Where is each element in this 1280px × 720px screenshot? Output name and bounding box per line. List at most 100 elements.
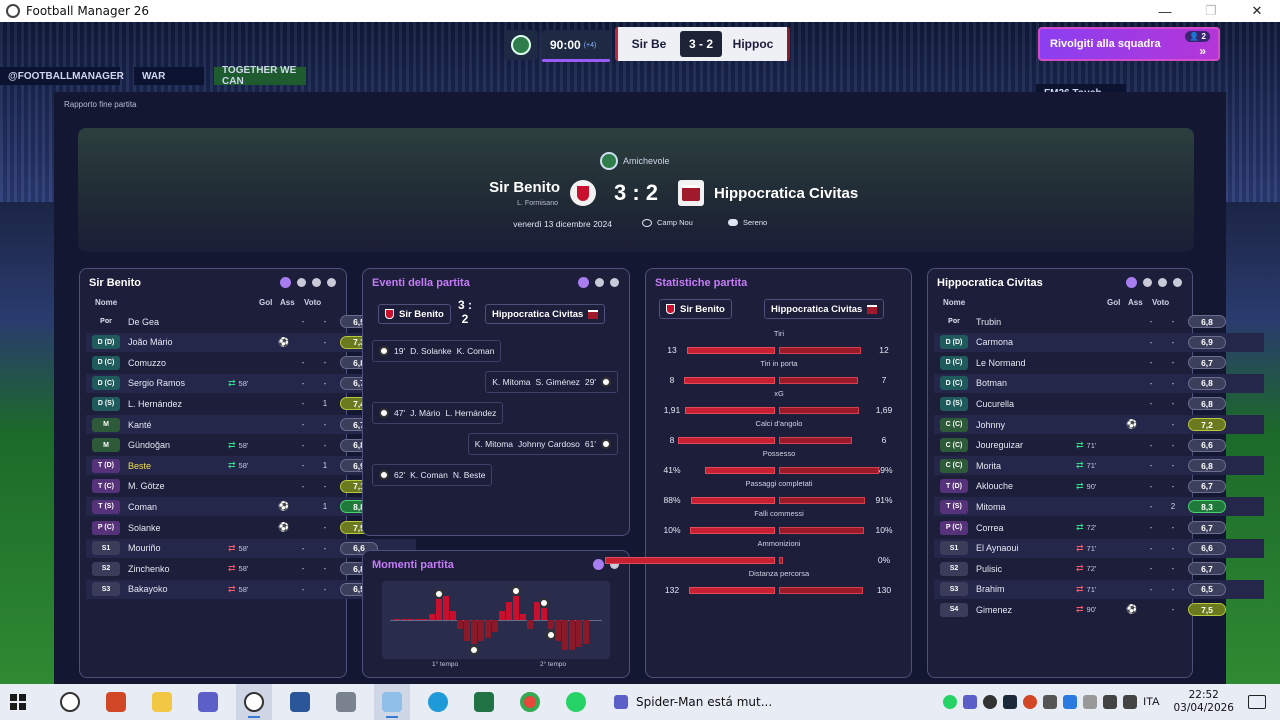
chrome-icon[interactable] [512, 684, 548, 720]
goal-event[interactable]: 62' K. Coman N. Beste [372, 464, 493, 486]
player-name[interactable]: Le Normand [976, 358, 1076, 368]
whatsapp-tray-icon[interactable] [943, 695, 958, 709]
momentum-bar [576, 620, 582, 647]
substitution-info: ⇄ 58' [228, 440, 276, 451]
player-name[interactable]: Solanke [128, 523, 228, 533]
stat-away-value: 130 [876, 585, 892, 595]
stat-label: Calci d'angolo [755, 419, 803, 428]
player-goals: - [1149, 337, 1153, 347]
office-tray-icon[interactable] [1023, 695, 1038, 709]
player-name[interactable]: Comuzzo [128, 358, 228, 368]
player-row[interactable]: C (C) Morita ⇄ 71' - - 6,8 [934, 456, 1264, 476]
steam-icon[interactable] [1003, 695, 1018, 709]
volume-icon[interactable] [1123, 695, 1138, 709]
goal-event[interactable]: K. Mitoma Johnny Cardoso 61' [467, 433, 618, 455]
paint-icon[interactable] [374, 684, 410, 720]
player-row[interactable]: C (C) Johnny ⚽ - 7,2 [934, 415, 1264, 434]
goal-event[interactable]: K. Mitoma S. Giménez 29' [485, 371, 618, 393]
player-name[interactable]: Joureguizar [976, 440, 1076, 450]
media-widget[interactable]: Spider-Man está mut... [614, 695, 772, 709]
player-name[interactable]: Morita [976, 461, 1076, 471]
teams-tray-icon[interactable] [963, 695, 978, 709]
player-name[interactable]: Aklouche [976, 481, 1076, 491]
player-name[interactable]: Correa [976, 523, 1076, 533]
panel-pager[interactable] [1126, 277, 1182, 288]
onedrive-icon[interactable] [1083, 695, 1098, 709]
player-name[interactable]: Mouriño [128, 543, 228, 553]
player-name[interactable]: Coman [128, 502, 228, 512]
team-talk-button[interactable]: Rivolgiti alla squadra 👤 2 » [1038, 27, 1220, 61]
teams-icon[interactable] [190, 684, 226, 720]
player-row[interactable]: T (S) Mitoma - 2 8,3 [934, 497, 1264, 517]
player-name[interactable]: Beste [128, 461, 228, 471]
player-row[interactable]: S4 Gimenez ⇄ 90' ⚽ -7,5 [934, 600, 1264, 619]
player-name[interactable]: Gimenez [976, 605, 1076, 615]
player-name[interactable]: M. Götze [128, 481, 228, 491]
player-name[interactable]: Carmona [976, 337, 1076, 347]
security-icon[interactable] [1043, 695, 1058, 709]
player-name[interactable]: Trubin [976, 317, 1076, 327]
away-team-name[interactable]: Hippocratica Civitas [714, 185, 858, 202]
player-row[interactable]: Por Trubin - - 6,8 [934, 312, 1264, 331]
bluetooth-icon[interactable] [1063, 695, 1078, 709]
substitution-minute: 72' [1086, 523, 1097, 532]
momentum-bar [415, 619, 421, 620]
language-indicator[interactable]: ITA [1143, 696, 1159, 708]
player-row[interactable]: S3 Brahim ⇄ 71' - - 6,5 [934, 579, 1264, 599]
player-row[interactable]: D (C) Le Normand - - 6,7 [934, 353, 1264, 372]
excel-icon[interactable] [466, 684, 502, 720]
player-row[interactable]: D (S) Cucurella - - 6,8 [934, 394, 1264, 413]
player-name[interactable]: Gündoğan [128, 440, 228, 450]
player-name[interactable]: L. Hernández [128, 399, 228, 409]
player-row[interactable]: S1 El Aynaoui ⇄ 71' - - 6,6 [934, 538, 1264, 558]
panel-pager[interactable] [280, 277, 336, 288]
goal-event[interactable]: 47' J. Mário L. Hernández [372, 402, 504, 424]
whatsapp-icon[interactable] [558, 684, 594, 720]
player-name[interactable]: De Gea [128, 317, 228, 327]
football-manager-taskbar-icon[interactable] [236, 684, 272, 720]
notification-icon[interactable] [1248, 695, 1266, 709]
player-row[interactable]: D (C) Botman - - 6,8 [934, 373, 1264, 393]
fm-tray-icon[interactable] [983, 695, 998, 709]
player-name[interactable]: Brahim [976, 584, 1076, 594]
word-icon[interactable] [282, 684, 318, 720]
minimize-button[interactable]: — [1142, 0, 1188, 22]
player-name[interactable]: Cucurella [976, 399, 1076, 409]
calculator-icon[interactable] [328, 684, 364, 720]
goal-event[interactable]: 19' D. Solanke K. Coman [372, 340, 502, 362]
player-goals: - [301, 564, 305, 574]
competition-logo[interactable] [504, 30, 538, 60]
player-row[interactable]: C (C) Joureguizar ⇄ 71' - - 6,6 [934, 436, 1264, 455]
player-row[interactable]: S2 Pulisic ⇄ 72' - - 6,7 [934, 559, 1264, 578]
clock[interactable]: 22:52 03/04/2026 [1173, 689, 1234, 715]
file-explorer-icon[interactable] [144, 684, 180, 720]
player-row[interactable]: D (D) Carmona - - 6,9 [934, 332, 1264, 352]
momentum-bar [541, 608, 547, 620]
panel-pager[interactable] [578, 277, 619, 288]
home-manager[interactable]: L. Formisano [460, 200, 558, 207]
player-name[interactable]: Zinchenko [128, 564, 228, 574]
player-name[interactable]: Kanté [128, 420, 228, 430]
player-row[interactable]: T (D) Aklouche ⇄ 90' - - 6,7 [934, 477, 1264, 496]
player-name[interactable]: Botman [976, 378, 1076, 388]
start-button[interactable] [0, 684, 36, 720]
powerpoint-icon[interactable] [98, 684, 134, 720]
player-name[interactable]: Johnny [976, 420, 1076, 430]
maximize-button[interactable]: ❐ [1188, 0, 1234, 22]
player-name[interactable]: Mitoma [976, 502, 1076, 512]
scoreboard[interactable]: Sir Be 3 - 2 Hippoc [615, 27, 790, 61]
player-name[interactable]: Sergio Ramos [128, 378, 228, 388]
player-row[interactable]: P (C) Correa ⇄ 72' - - 6,7 [934, 518, 1264, 537]
weather-info: Sereno [728, 218, 767, 227]
player-goals: - [301, 317, 305, 326]
home-team-name[interactable]: Sir Benito [420, 179, 560, 196]
player-name[interactable]: El Aynaoui [976, 543, 1076, 553]
fm-launcher-icon[interactable] [52, 684, 88, 720]
breadcrumb[interactable]: Rapporto fine partita [64, 100, 137, 109]
edge-icon[interactable] [420, 684, 456, 720]
player-name[interactable]: Pulisic [976, 564, 1076, 574]
player-name[interactable]: Bakayoko [128, 584, 228, 594]
wifi-icon[interactable] [1103, 695, 1118, 709]
player-name[interactable]: João Mário [128, 337, 228, 347]
close-button[interactable]: ✕ [1234, 0, 1280, 22]
